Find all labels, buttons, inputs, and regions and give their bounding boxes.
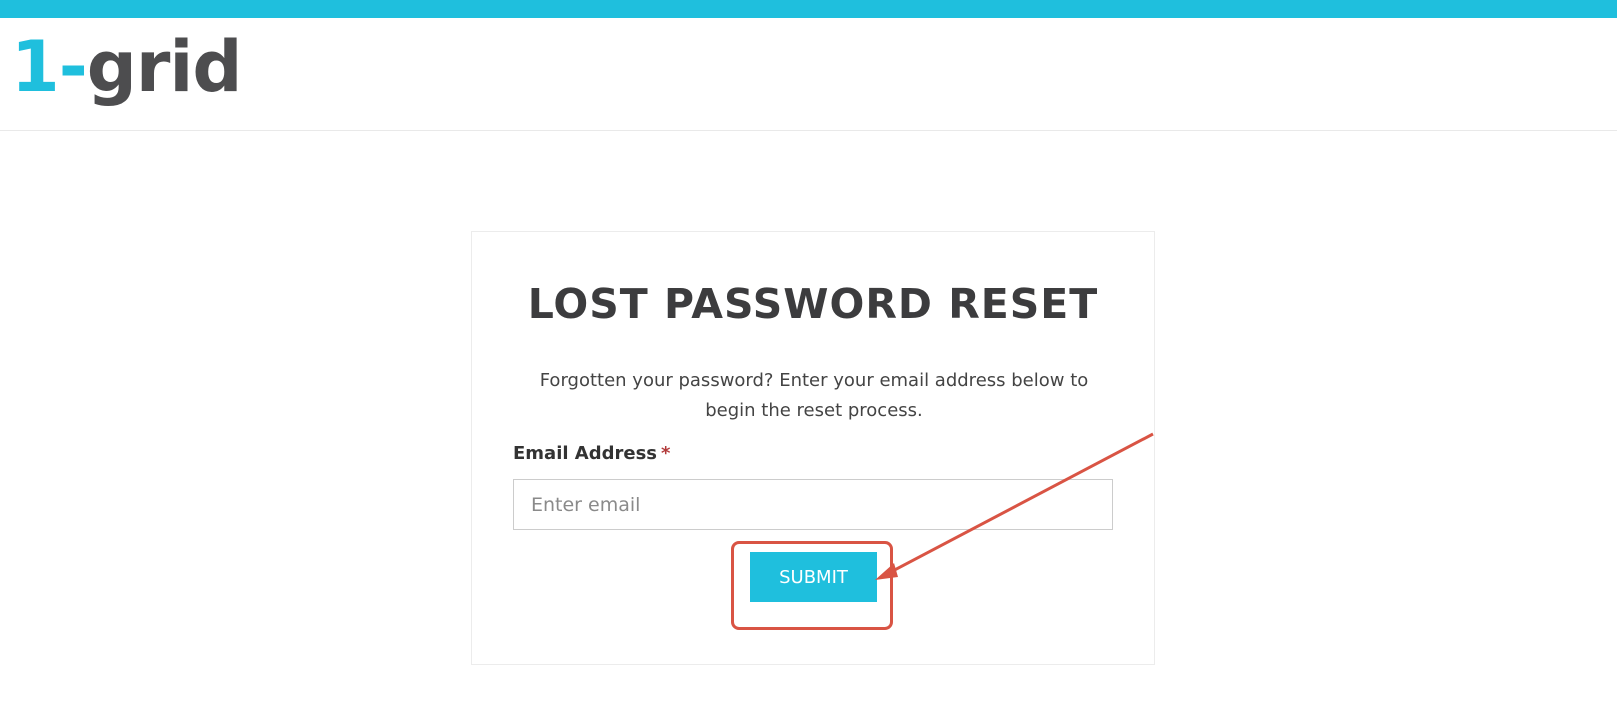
email-label-text: Email Address (513, 443, 658, 464)
top-accent-bar (0, 0, 1617, 18)
logo-word: grid (86, 26, 243, 108)
form-description: Forgotten your password? Enter your emai… (539, 370, 1089, 421)
site-logo[interactable]: 1-grid (11, 32, 242, 102)
email-label: Email Address * (513, 443, 670, 464)
logo-number: 1- (11, 26, 88, 108)
site-header: 1-grid (0, 18, 1617, 131)
page-title: LOST PASSWORD RESET (527, 280, 1099, 328)
submit-button[interactable]: SUBMIT (750, 552, 877, 602)
password-reset-card: LOST PASSWORD RESET Forgotten your passw… (471, 231, 1155, 665)
email-input[interactable] (513, 479, 1113, 530)
required-indicator: * (661, 443, 671, 464)
